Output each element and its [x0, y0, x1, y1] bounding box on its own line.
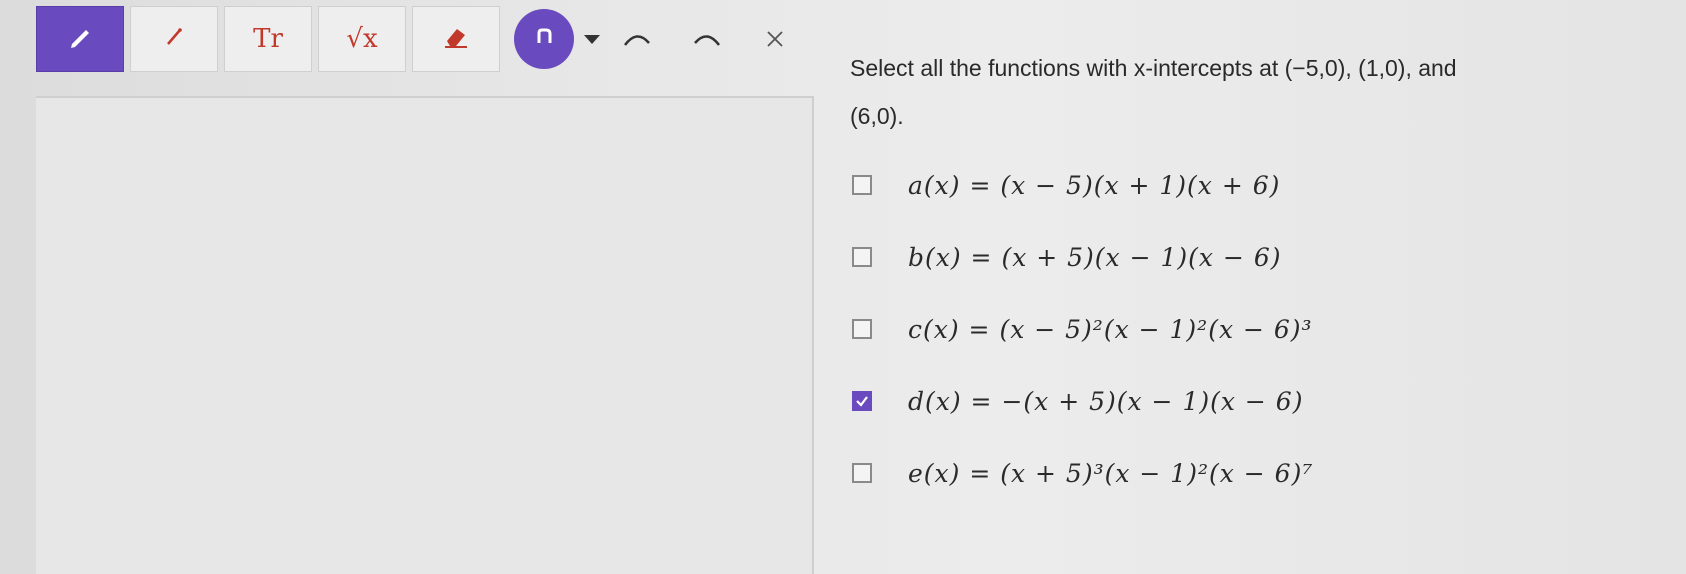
option-label: a(x) = (x − 5)(x + 1)(x + 6): [908, 170, 1281, 200]
checkbox[interactable]: [852, 247, 872, 267]
undo-arc-button[interactable]: [622, 24, 652, 54]
pen-icon: [160, 22, 188, 57]
option-d[interactable]: d(x) = −(x + 5)(x − 1)(x − 6): [852, 381, 1303, 421]
checkbox[interactable]: [852, 175, 872, 195]
option-c[interactable]: c(x) = (x − 5)²(x − 1)²(x − 6)³: [852, 309, 1313, 349]
pencil-icon: [66, 22, 94, 57]
checkbox-checked[interactable]: [852, 391, 872, 411]
scratch-canvas[interactable]: [36, 96, 814, 574]
checkmark-icon: [856, 396, 868, 407]
option-b[interactable]: b(x) = (x + 5)(x − 1)(x − 6): [852, 237, 1282, 277]
text-icon: Tr: [253, 24, 283, 54]
math-tool[interactable]: √x: [318, 6, 406, 72]
option-label: b(x) = (x + 5)(x − 1)(x − 6): [908, 242, 1282, 272]
line-tool[interactable]: [130, 6, 218, 72]
option-label: c(x) = (x − 5)²(x − 1)²(x − 6)³: [908, 314, 1313, 344]
option-a[interactable]: a(x) = (x − 5)(x + 1)(x + 6): [852, 165, 1280, 205]
question-prompt: Select all the functions with x-intercep…: [850, 44, 1630, 140]
option-e[interactable]: e(x) = (x + 5)³(x − 1)²(x − 6)⁷: [852, 453, 1313, 493]
undo-icon: [530, 23, 558, 56]
close-icon: [767, 31, 783, 47]
pencil-tool[interactable]: [36, 6, 124, 72]
drawing-toolbar: Tr √x: [36, 6, 790, 72]
checkbox[interactable]: [852, 463, 872, 483]
page: Tr √x Select all the functions with x-in…: [0, 0, 1686, 574]
redo-arc-button[interactable]: [692, 24, 722, 54]
square-root-icon: √x: [346, 24, 378, 54]
clear-button[interactable]: [760, 24, 790, 54]
question-line-1: Select all the functions with x-intercep…: [850, 55, 1457, 81]
undo-arc-icon: [624, 35, 650, 46]
option-label: e(x) = (x + 5)³(x − 1)²(x − 6)⁷: [908, 458, 1314, 488]
redo-arc-icon: [694, 35, 720, 46]
eraser-icon: [441, 21, 471, 58]
option-label: d(x) = −(x + 5)(x − 1)(x − 6): [908, 386, 1304, 416]
question-line-2: (6,0).: [850, 103, 904, 129]
eraser-tool[interactable]: [412, 6, 500, 72]
checkbox[interactable]: [852, 319, 872, 339]
chevron-down-icon[interactable]: [584, 34, 600, 44]
text-tool[interactable]: Tr: [224, 6, 312, 72]
undo-button[interactable]: [514, 9, 574, 69]
